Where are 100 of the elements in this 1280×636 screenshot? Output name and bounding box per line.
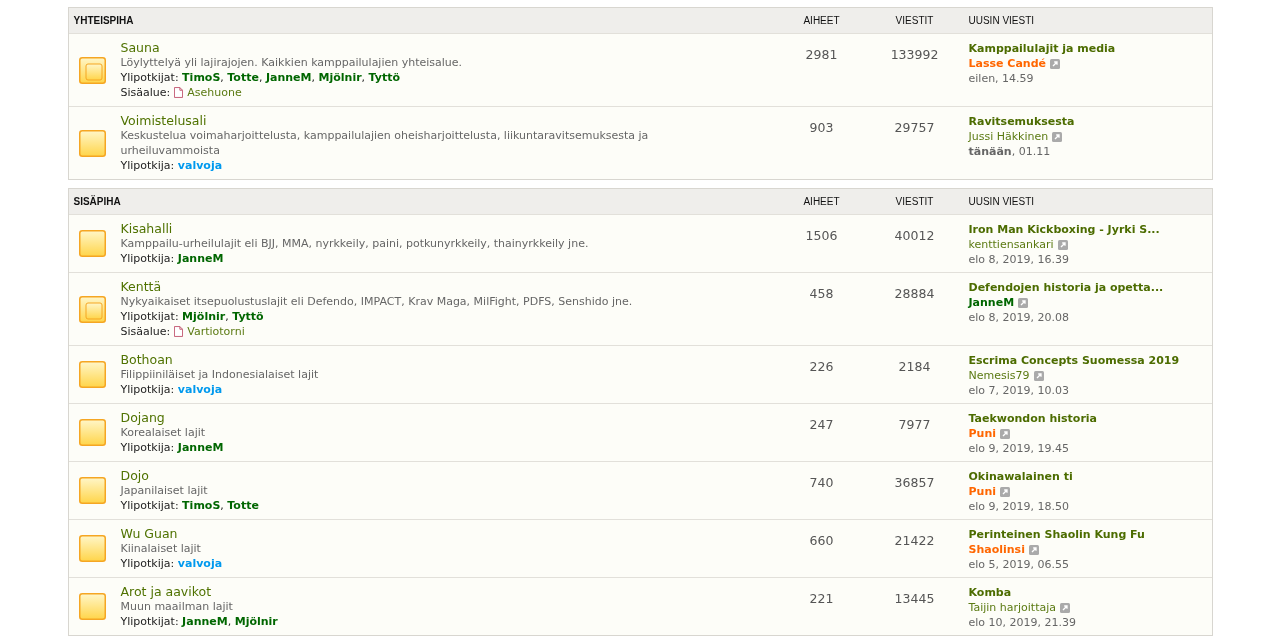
topic-count: 221 (808, 590, 835, 608)
go-to-post-icon[interactable] (1000, 486, 1010, 497)
section-title: SISÄPIHA (72, 196, 122, 207)
go-to-post-icon[interactable] (1000, 428, 1010, 439)
post-count: 7977 (897, 416, 932, 434)
moderator-link[interactable]: JanneM (177, 441, 224, 454)
subforum-link[interactable]: Asehuone (187, 85, 242, 100)
post-count: 21422 (893, 532, 936, 550)
topic-count: 458 (808, 285, 835, 303)
forum-description: Japanilaiset lajit (120, 483, 208, 498)
moderator-link[interactable]: Mjölnir (182, 310, 226, 323)
moderator-line: Ylipotkijat: Mjölnir, Tyttö (120, 309, 264, 324)
forum-description: Korealaiset lajit (120, 425, 206, 440)
last-post-time: elo 10, 2019, 21.39 (968, 615, 1077, 630)
post-count: 40012 (893, 227, 936, 245)
subforum-label: Sisäalue: (120, 324, 171, 339)
last-post-title-link[interactable]: Ravitsemuksesta (968, 114, 1075, 129)
last-post-time: elo 5, 2019, 06.55 (968, 557, 1070, 572)
topic-count: 903 (808, 119, 835, 137)
post-count: 28884 (893, 285, 936, 303)
forum-title-link[interactable]: Sauna (120, 40, 160, 55)
last-post-time: elo 8, 2019, 20.08 (968, 310, 1070, 325)
moderator-link[interactable]: valvoja (177, 557, 223, 570)
last-post-title-link[interactable]: Komba (968, 585, 1012, 600)
moderator-line: Ylipotkija: valvoja (120, 158, 223, 173)
column-header: UUSIN VIESTI (967, 15, 1036, 26)
last-post-author-link[interactable]: kenttiensankari (968, 237, 1054, 252)
forum-title-link[interactable]: Kisahalli (120, 221, 173, 236)
forum-description: Löylyttelyä yli lajirajojen. Kaikkien kamppailulajien yhteisalue. (120, 55, 463, 70)
column-header: AIHEET (802, 196, 841, 207)
topic-count: 660 (808, 532, 835, 550)
go-to-post-icon[interactable] (1018, 297, 1029, 308)
moderator-link[interactable]: JanneM (265, 71, 312, 84)
last-post-time: elo 7, 2019, 10.03 (968, 383, 1070, 398)
subforum-label: Sisäalue: (120, 85, 171, 100)
moderator-line: Ylipotkijat: JanneM, Mjölnir (120, 614, 278, 629)
moderator-link[interactable]: JanneM (182, 615, 228, 628)
topic-count: 740 (808, 474, 835, 492)
go-to-post-icon[interactable] (1057, 239, 1068, 250)
topic-count: 226 (808, 358, 835, 376)
topic-count: 2981 (804, 46, 839, 64)
post-count: 133992 (889, 46, 940, 64)
last-post-title-link[interactable]: Escrima Concepts Suomessa 2019 (968, 353, 1180, 368)
moderator-line: Ylipotkija: JanneM (120, 440, 224, 455)
post-count: 29757 (893, 119, 936, 137)
last-post-title-link[interactable]: Okinawalainen ti (968, 469, 1073, 484)
forum-title-link[interactable]: Bothoan (120, 352, 173, 367)
forum-title-link[interactable]: Arot ja aavikot (120, 584, 212, 599)
column-header: UUSIN VIESTI (967, 196, 1036, 207)
last-post-author-link[interactable]: Taijin harjoittaja (968, 600, 1057, 615)
forum-title-link[interactable]: Dojo (120, 468, 149, 483)
moderator-link[interactable]: valvoja (177, 159, 223, 172)
forum-description: Filippiiniläiset ja Indonesialaiset lajit (120, 367, 319, 382)
section-title: YHTEISPIHA (72, 15, 135, 26)
moderator-line: Ylipotkija: valvoja (120, 382, 223, 397)
forum-title-link[interactable]: Wu Guan (120, 526, 178, 541)
moderator-link[interactable]: Totte (227, 499, 259, 512)
column-header: VIESTIT (894, 196, 935, 207)
moderator-link[interactable]: Totte (227, 71, 259, 84)
last-post-time: elo 9, 2019, 18.50 (968, 499, 1070, 514)
forum-title-link[interactable]: Dojang (120, 410, 165, 425)
moderator-link[interactable]: Tyttö (232, 310, 264, 323)
forum-description: Keskustelua voimaharjoittelusta, kamppailulajien oheisharjoittelusta, liikuntaravitsemuksesta ja urheiluvammoista (120, 128, 650, 158)
last-post-title-link[interactable]: Defendojen historia ja opetta... (968, 280, 1164, 295)
last-post-title-link[interactable]: Perinteinen Shaolin Kung Fu (968, 527, 1145, 542)
last-post-author-link[interactable]: JanneM (968, 295, 1015, 310)
go-to-post-icon[interactable] (1050, 58, 1060, 69)
topic-count: 1506 (804, 227, 839, 245)
last-post-time: eilen, 14.59 (968, 71, 1034, 86)
moderator-line: Ylipotkijat: TimoS, Totte (120, 498, 259, 513)
last-post-title-link[interactable]: Taekwondon historia (968, 411, 1097, 426)
moderator-link[interactable]: Mjölnir (234, 615, 278, 628)
forum-description: Nykyaikaiset itsepuolustuslajit eli Defendo, IMPACT, Krav Maga, MilFight, PDFS, Senshido jne. (120, 294, 633, 309)
forum-description: Kamppailu-urheilulajit eli BJJ, MMA, nyrkkeily, paini, potkunyrkkeily, thainyrkkeily jne. (120, 236, 589, 251)
go-to-post-icon[interactable] (1060, 602, 1071, 613)
moderator-line: Ylipotkija: JanneM (120, 251, 224, 266)
go-to-post-icon[interactable] (1033, 370, 1044, 381)
moderator-link[interactable]: valvoja (177, 383, 223, 396)
column-header: AIHEET (802, 15, 841, 26)
moderator-link[interactable]: Mjölnir (318, 71, 362, 84)
last-post-title-link[interactable]: Kamppailulajit ja media (968, 41, 1116, 56)
forum-title-link[interactable]: Voimistelusali (120, 113, 207, 128)
page-icon (174, 87, 184, 98)
last-post-author-link[interactable]: Nemesis79 (968, 368, 1030, 383)
last-post-author-link[interactable]: Jussi Häkkinen (968, 129, 1049, 144)
go-to-post-icon[interactable] (1052, 131, 1063, 142)
last-post-time: tänään, 01.11 (968, 144, 1051, 159)
last-post-time: elo 8, 2019, 16.39 (968, 252, 1070, 267)
forum-title-link[interactable]: Kenttä (120, 279, 162, 294)
topic-count: 247 (808, 416, 835, 434)
forum-description: Muun maailman lajit (120, 599, 233, 614)
post-count: 36857 (893, 474, 936, 492)
moderator-link[interactable]: JanneM (177, 252, 224, 265)
subforum-link[interactable]: Vartiotorni (187, 324, 245, 339)
page-icon (174, 326, 184, 337)
go-to-post-icon[interactable] (1028, 544, 1039, 555)
forum-description: Kiinalaiset lajit (120, 541, 201, 556)
last-post-title-link[interactable]: Iron Man Kickboxing - Jyrki S... (968, 222, 1160, 237)
moderator-line: Ylipotkijat: TimoS, Totte, JanneM, Mjölnir, Tyttö (120, 70, 401, 85)
moderator-link[interactable]: Tyttö (368, 71, 401, 84)
